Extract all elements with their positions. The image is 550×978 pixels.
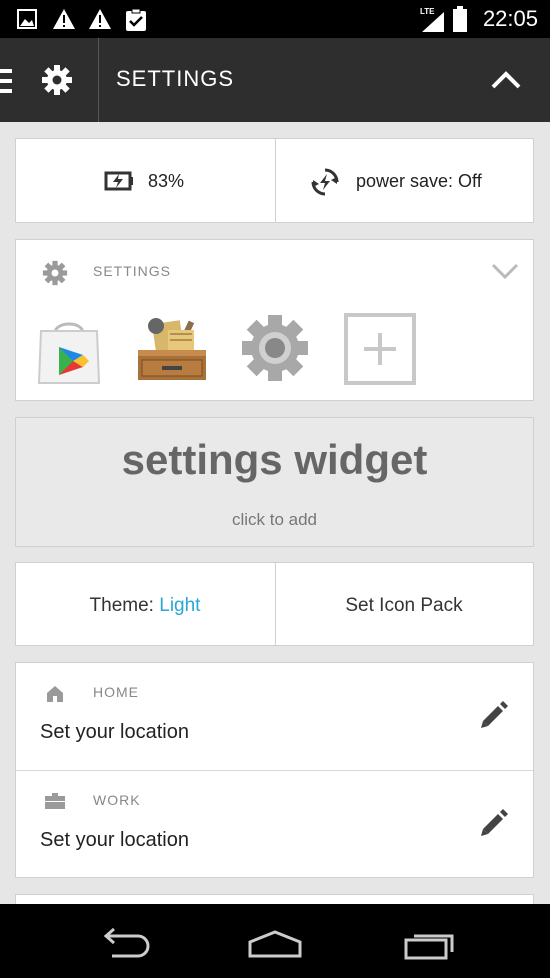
- app-bar: SETTINGS: [0, 38, 550, 122]
- location-label: WORK: [93, 792, 141, 808]
- settings-widget-card[interactable]: settings widget click to add: [15, 417, 534, 547]
- status-bar: LTE 22:05: [0, 0, 550, 38]
- home-icon: [47, 686, 63, 702]
- power-save-status: power save: Off: [356, 171, 482, 191]
- location-value: Set your location: [40, 829, 189, 851]
- toolbox-icon[interactable]: [134, 312, 210, 388]
- quick-toggles-card: 83% power save: Off: [15, 138, 534, 223]
- location-value: Set your location: [40, 721, 189, 743]
- power-save-tile[interactable]: power save: Off: [276, 139, 535, 222]
- page-title: SETTINGS: [116, 66, 235, 91]
- widget-title: settings widget: [121, 436, 428, 483]
- theme-value: Light: [159, 595, 201, 616]
- home-button-icon[interactable]: [246, 928, 304, 958]
- app-bar-divider: [98, 38, 99, 122]
- clipboard-check-icon: [126, 8, 146, 31]
- add-icon[interactable]: [344, 313, 416, 385]
- warning-icon: [53, 9, 75, 29]
- briefcase-icon: [45, 793, 65, 809]
- location-row-home[interactable]: HOME Set your location: [16, 663, 533, 771]
- settings-gear-icon[interactable]: [240, 313, 310, 383]
- gear-icon: [42, 260, 68, 286]
- widget-subtitle: click to add: [231, 510, 318, 529]
- shortcuts-label: SETTINGS: [93, 263, 172, 279]
- theme-card: Theme: Light Set Icon Pack: [15, 562, 534, 646]
- power-save-icon: [311, 168, 339, 196]
- clock: 22:05: [482, 6, 538, 31]
- edit-pencil-icon[interactable]: [478, 809, 508, 839]
- play-store-icon[interactable]: [33, 315, 105, 387]
- back-icon[interactable]: [94, 928, 150, 958]
- set-icon-pack-button[interactable]: Set Icon Pack: [275, 595, 533, 617]
- battery-charging-icon: [104, 171, 133, 191]
- chevron-up-icon[interactable]: [490, 70, 522, 90]
- gear-icon[interactable]: [42, 65, 72, 95]
- theme-label: Theme:: [89, 595, 160, 616]
- battery-tile[interactable]: 83%: [16, 139, 275, 222]
- theme-selector[interactable]: Theme: Light: [16, 595, 274, 617]
- image-icon: [17, 9, 37, 29]
- edit-pencil-icon[interactable]: [478, 701, 508, 731]
- menu-icon[interactable]: [0, 69, 14, 93]
- recent-apps-icon[interactable]: [402, 928, 458, 960]
- battery-percent: 83%: [148, 171, 185, 191]
- navigation-bar: [0, 904, 550, 978]
- location-row-work[interactable]: WORK Set your location: [16, 771, 533, 879]
- locations-card: HOME Set your location WORK Set your loc…: [15, 662, 534, 878]
- signal-icon: [422, 12, 444, 32]
- battery-icon: [453, 6, 467, 32]
- location-label: HOME: [93, 684, 139, 700]
- settings-shortcuts-card: SETTINGS: [15, 239, 534, 401]
- chevron-down-icon[interactable]: [490, 262, 520, 280]
- warning-icon: [89, 9, 111, 29]
